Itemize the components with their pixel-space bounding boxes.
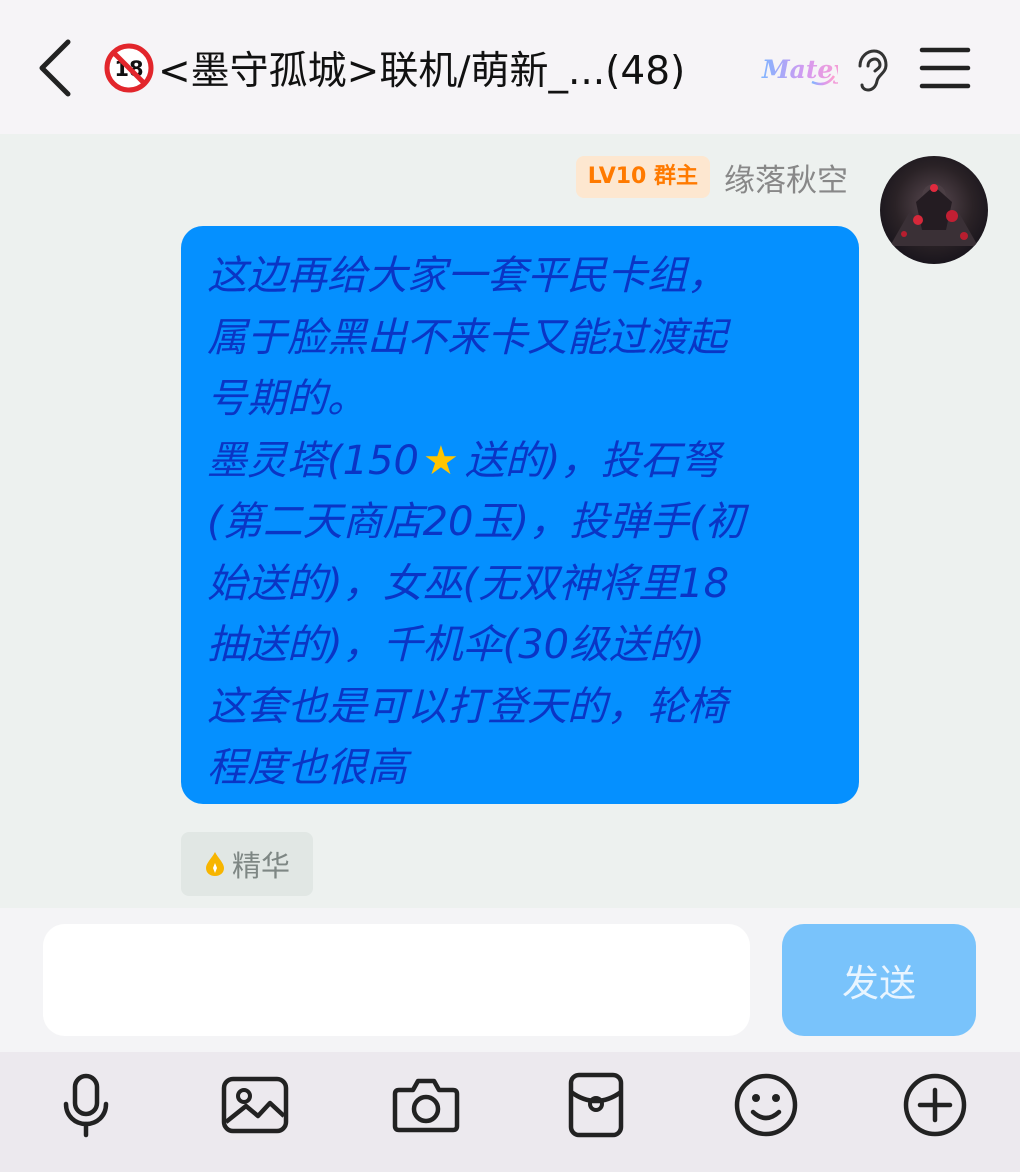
svg-text:Matey: Matey xyxy=(761,55,838,84)
message-line: 这边再给大家一套平民卡组， xyxy=(207,253,727,299)
essence-tag[interactable]: 精华 xyxy=(181,832,313,896)
chat-header: 18 <墨守孤城>联机/萌新_...(48) Matey xyxy=(0,0,1020,134)
message-input[interactable] xyxy=(43,924,750,1036)
star-icon: ★ xyxy=(422,437,459,484)
emoji-icon xyxy=(734,1073,798,1137)
camera-button[interactable] xyxy=(391,1070,461,1140)
message-line: 程度也很高 xyxy=(207,745,407,791)
red-packet-button[interactable] xyxy=(561,1070,631,1140)
ear-icon xyxy=(858,49,888,92)
level-badge: LV10 群主 xyxy=(575,156,710,198)
sender-name[interactable]: 缘落秋空 xyxy=(724,155,848,200)
message-line: 号期的。 xyxy=(207,376,367,422)
avatar-image xyxy=(880,156,988,264)
more-button[interactable] xyxy=(900,1070,970,1140)
sender-info: LV10 群主 缘落秋空 xyxy=(575,155,848,200)
chevron-left-icon xyxy=(39,39,71,97)
message-line: (第二天商店20玉)，投弹手(初 xyxy=(207,499,745,545)
voice-button[interactable] xyxy=(51,1070,121,1140)
menu-button[interactable] xyxy=(916,42,974,94)
message-line: 这套也是可以打登天的，轮椅 xyxy=(207,683,727,730)
bottom-toolbar xyxy=(0,1052,1020,1172)
image-button[interactable] xyxy=(220,1070,290,1140)
message-text-segment: 送的)，投石弩 xyxy=(464,437,721,484)
message-text-segment: 墨灵塔(150 xyxy=(207,437,419,484)
matey-logo: Matey xyxy=(761,55,838,86)
message-line: 始送的)，女巫(无双神将里18 xyxy=(207,560,730,607)
message-line: 抽送的)，千机伞(30级送的) xyxy=(207,622,705,668)
red-packet-icon xyxy=(568,1072,624,1138)
back-button[interactable] xyxy=(28,30,84,106)
group-title-area[interactable]: 18 <墨守孤城>联机/萌新_...(48) xyxy=(104,36,685,100)
plus-icon xyxy=(903,1073,967,1137)
message-bubble[interactable]: 这边再给大家一套平民卡组， 属于脸黑出不来卡又能过渡起 号期的。 墨灵塔(150… xyxy=(181,226,859,804)
message-line-with-star: 墨灵塔(150 ★ 送的)，投石弩 xyxy=(207,431,835,493)
essence-drop-icon xyxy=(205,852,224,876)
emoji-button[interactable] xyxy=(731,1070,801,1140)
send-button[interactable]: 发送 xyxy=(782,924,976,1036)
input-bar: 发送 xyxy=(0,908,1020,1052)
ear-button[interactable] xyxy=(848,46,892,94)
hamburger-menu-icon xyxy=(919,47,971,89)
sender-avatar[interactable] xyxy=(880,156,988,264)
microphone-icon xyxy=(63,1073,109,1138)
group-title: <墨守孤城>联机/萌新_...(48) xyxy=(158,49,686,94)
image-icon xyxy=(221,1076,289,1134)
message-line: 属于脸黑出不来卡又能过渡起 xyxy=(207,314,727,361)
essence-label: 精华 xyxy=(231,849,290,883)
camera-icon xyxy=(392,1078,460,1133)
r18-badge-icon: 18 xyxy=(104,43,154,93)
